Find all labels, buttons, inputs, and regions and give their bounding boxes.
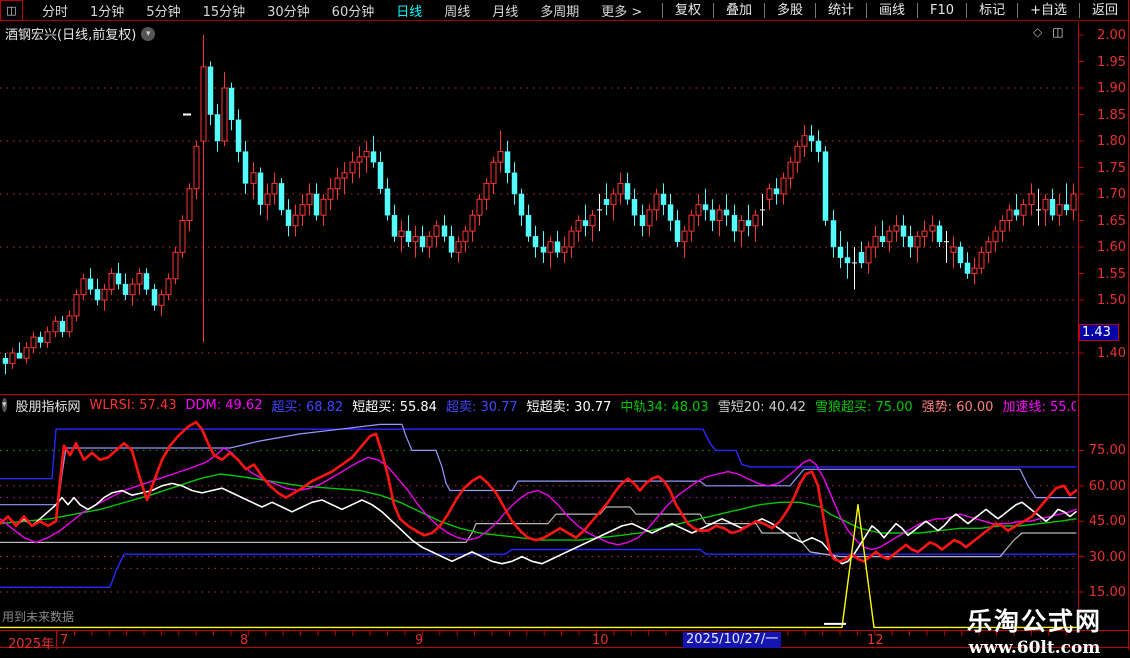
tool-item-复权[interactable]: 复权 (662, 3, 713, 18)
panel-layout-icon[interactable]: ◫ (1052, 25, 1063, 39)
watermark-url: www.60lt.com (967, 638, 1102, 658)
menu-item-周线[interactable]: 周线 (433, 1, 481, 20)
indicator-header: ▾ 股朋指标网 WLRSI: 57.43 DDM: 49.62 超买: 68.82 短… (2, 397, 1076, 413)
price-axis-label: 1.90 (1082, 81, 1126, 96)
chart-corner-icons: ◇ ◫ (1033, 25, 1064, 39)
price-axis-label: 1.80 (1082, 134, 1126, 149)
chart-canvas[interactable] (0, 0, 1130, 650)
month-label-8: 8 (240, 633, 248, 648)
menu-item-1分钟[interactable]: 1分钟 (79, 1, 135, 20)
stock-title: 酒钢宏兴(日线,前复权) (5, 24, 136, 43)
year-label: 2025年 (8, 633, 54, 652)
tool-item-统计[interactable]: 统计 (815, 3, 866, 18)
price-axis-label: 1.50 (1082, 293, 1126, 308)
current-price-badge: 1.43 (1079, 324, 1119, 341)
month-label-12: 12 (867, 633, 884, 648)
price-axis-label: 1.95 (1082, 55, 1126, 70)
tool-item-叠加[interactable]: 叠加 (713, 3, 764, 18)
tool-item-标记[interactable]: 标记 (966, 3, 1017, 18)
menu-item-更多 >[interactable]: 更多 > (590, 1, 653, 20)
price-axis-label: 1.75 (1082, 161, 1126, 176)
indicator-value-雪短20: 雪短20: 40.42 (718, 397, 806, 413)
menu-item-月线[interactable]: 月线 (481, 1, 529, 20)
price-axis-label: 1.70 (1082, 187, 1126, 202)
period-menu: 分时1分钟5分钟15分钟30分钟60分钟日线周线月线多周期更多 > (31, 1, 653, 20)
indicator-axis-label: 75.00 (1082, 443, 1126, 458)
top-menu-bar: ◫ 分时1分钟5分钟15分钟30分钟60分钟日线周线月线多周期更多 > 复权叠加… (0, 0, 1130, 21)
price-axis-label: 2.00 (1082, 28, 1126, 43)
indicator-value-雪狼超买: 雪狼超买: 75.00 (815, 397, 913, 413)
menu-item-30分钟[interactable]: 30分钟 (256, 1, 321, 20)
indicator-value-强势: 强势: 60.00 (922, 397, 994, 413)
timeline-divider (56, 631, 57, 649)
indicator-value-超卖: 超卖: 30.77 (446, 397, 518, 413)
menu-item-5分钟[interactable]: 5分钟 (135, 1, 191, 20)
indicator-axis-label: 60.00 (1082, 479, 1126, 494)
indicator-value-WLRSI: WLRSI: 57.43 (90, 398, 177, 413)
month-label-7: 7 (60, 633, 68, 648)
stock-title-row: 酒钢宏兴(日线,前复权) ▾ (5, 24, 155, 43)
indicator-brand: 股朋指标网 (16, 397, 81, 413)
price-axis-label: 1.40 (1082, 346, 1126, 361)
indicator-axis-label: 30.00 (1082, 550, 1126, 565)
tool-item-+自选[interactable]: +自选 (1017, 3, 1079, 18)
watermark-site-name: 乐淘公式网 (967, 602, 1102, 638)
indicator-axis-label: 45.00 (1082, 514, 1126, 529)
highlighted-date-badge: 2025/10/27/一 (683, 632, 781, 648)
month-label-9: 9 (415, 633, 423, 648)
window-icon[interactable]: ◫ (0, 0, 23, 21)
indicator-value-加速线: 加速线: 55.00 (1002, 397, 1076, 413)
price-axis-label: 1.60 (1082, 240, 1126, 255)
price-axis-label: 1.55 (1082, 267, 1126, 282)
tool-item-F10[interactable]: F10 (917, 3, 966, 18)
indicator-value-中轨34: 中轨34: 48.03 (620, 397, 708, 413)
price-axis-label: 1.85 (1082, 108, 1126, 123)
price-axis-label: 1.65 (1082, 214, 1126, 229)
month-label-10: 10 (592, 633, 609, 648)
indicator-chevron-icon[interactable]: ▾ (2, 398, 7, 412)
indicator-axis-label: 15.00 (1082, 585, 1126, 600)
tool-item-画线[interactable]: 画线 (866, 3, 917, 18)
indicator-value-短超买: 短超买: 55.84 (352, 397, 437, 413)
indicator-value-超买: 超买: 68.82 (271, 397, 343, 413)
menu-item-分时[interactable]: 分时 (31, 1, 79, 20)
timeline-bar[interactable]: 2025年 2025/10/27/一 7891012 (0, 630, 1130, 648)
indicator-value-短超卖: 短超卖: 30.77 (527, 397, 612, 413)
tool-item-多股[interactable]: 多股 (764, 3, 815, 18)
diamond-icon[interactable]: ◇ (1033, 25, 1042, 39)
tool-menu: 复权叠加多股统计画线F10标记+自选返回 (662, 0, 1130, 21)
tool-item-返回[interactable]: 返回 (1079, 3, 1130, 18)
chevron-down-icon[interactable]: ▾ (141, 27, 155, 41)
menu-item-日线[interactable]: 日线 (385, 1, 433, 20)
menu-item-60分钟[interactable]: 60分钟 (321, 1, 386, 20)
future-data-note: 用到未来数据 (2, 608, 74, 625)
menu-item-多周期[interactable]: 多周期 (529, 1, 590, 20)
menu-item-15分钟[interactable]: 15分钟 (192, 1, 257, 20)
indicator-value-DDM: DDM: 49.62 (186, 398, 263, 413)
